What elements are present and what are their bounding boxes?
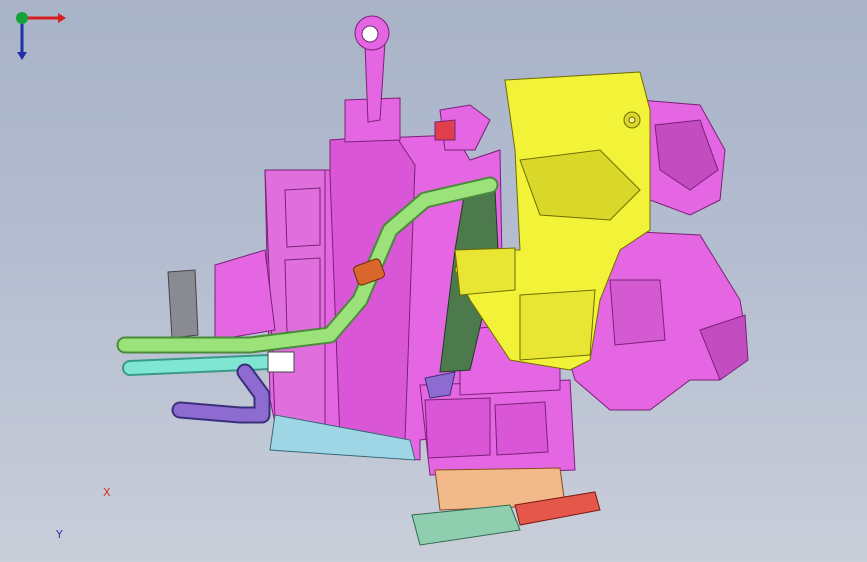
x-axis-label: X — [103, 486, 111, 499]
outlet-flanges[interactable] — [411, 467, 601, 546]
cyan-pipe[interactable] — [122, 351, 295, 376]
3d-viewport[interactable]: X Y — [0, 0, 867, 562]
cad-model[interactable] — [0, 0, 867, 562]
y-axis-label: Y — [56, 528, 63, 541]
grey-panel[interactable] — [167, 269, 199, 339]
axis-triad — [16, 12, 66, 60]
